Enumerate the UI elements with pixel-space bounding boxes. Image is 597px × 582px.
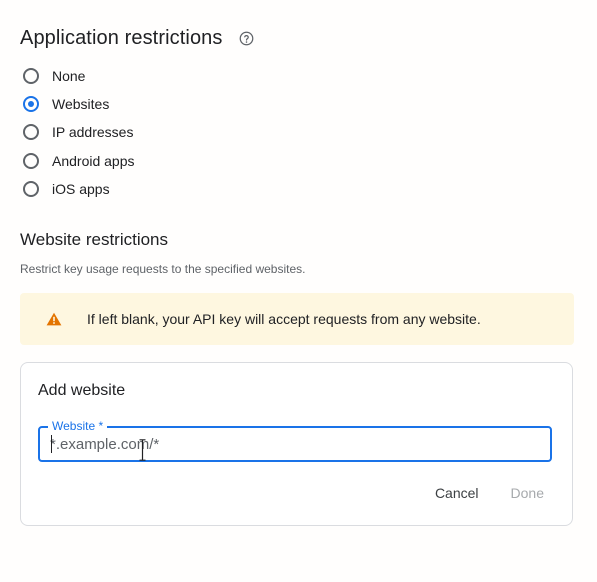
radio-option-none[interactable]: None	[23, 62, 135, 90]
add-website-title: Add website	[38, 382, 126, 399]
website-input[interactable]	[50, 428, 530, 460]
radio-option-ios-apps[interactable]: iOS apps	[23, 175, 135, 203]
radio-option-android-apps[interactable]: Android apps	[23, 147, 135, 175]
done-button[interactable]: Done	[503, 479, 552, 507]
radio-label-ip-addresses: IP addresses	[52, 124, 134, 141]
radio-button-websites[interactable]	[23, 96, 39, 113]
radio-button-none[interactable]	[23, 68, 39, 85]
radio-label-android-apps: Android apps	[52, 152, 135, 169]
radio-option-ip-addresses[interactable]: IP addresses	[23, 118, 135, 146]
card-actions: Cancel Done	[427, 479, 552, 507]
radio-option-websites[interactable]: Websites	[23, 90, 135, 118]
radio-label-none: None	[52, 68, 86, 85]
radio-button-ios-apps[interactable]	[23, 180, 39, 197]
radio-label-ios-apps: iOS apps	[52, 180, 110, 197]
radio-button-android-apps[interactable]	[23, 152, 39, 169]
website-field[interactable]: Website *	[38, 419, 552, 462]
warning-text: If left blank, your API key will accept …	[87, 311, 481, 327]
help-circle-icon[interactable]	[239, 31, 254, 46]
website-restrictions-description: Restrict key usage requests to the speci…	[20, 262, 306, 276]
add-website-card: Add website Website * Cancel Done	[20, 362, 573, 526]
application-restrictions-title: Application restrictions	[20, 27, 254, 50]
mouse-ibeam-cursor-icon	[139, 439, 146, 461]
website-restrictions-title: Website restrictions	[20, 230, 169, 249]
warning-icon	[46, 312, 62, 326]
radio-button-ip-addresses[interactable]	[23, 124, 39, 141]
warning-banner: If left blank, your API key will accept …	[20, 293, 574, 345]
text-cursor	[51, 435, 52, 453]
application-restrictions-radio-group: None Websites IP addresses Android apps …	[23, 62, 135, 203]
radio-label-websites: Websites	[52, 96, 110, 113]
cancel-button[interactable]: Cancel	[427, 479, 487, 507]
application-restrictions-heading: Application restrictions	[20, 27, 223, 49]
